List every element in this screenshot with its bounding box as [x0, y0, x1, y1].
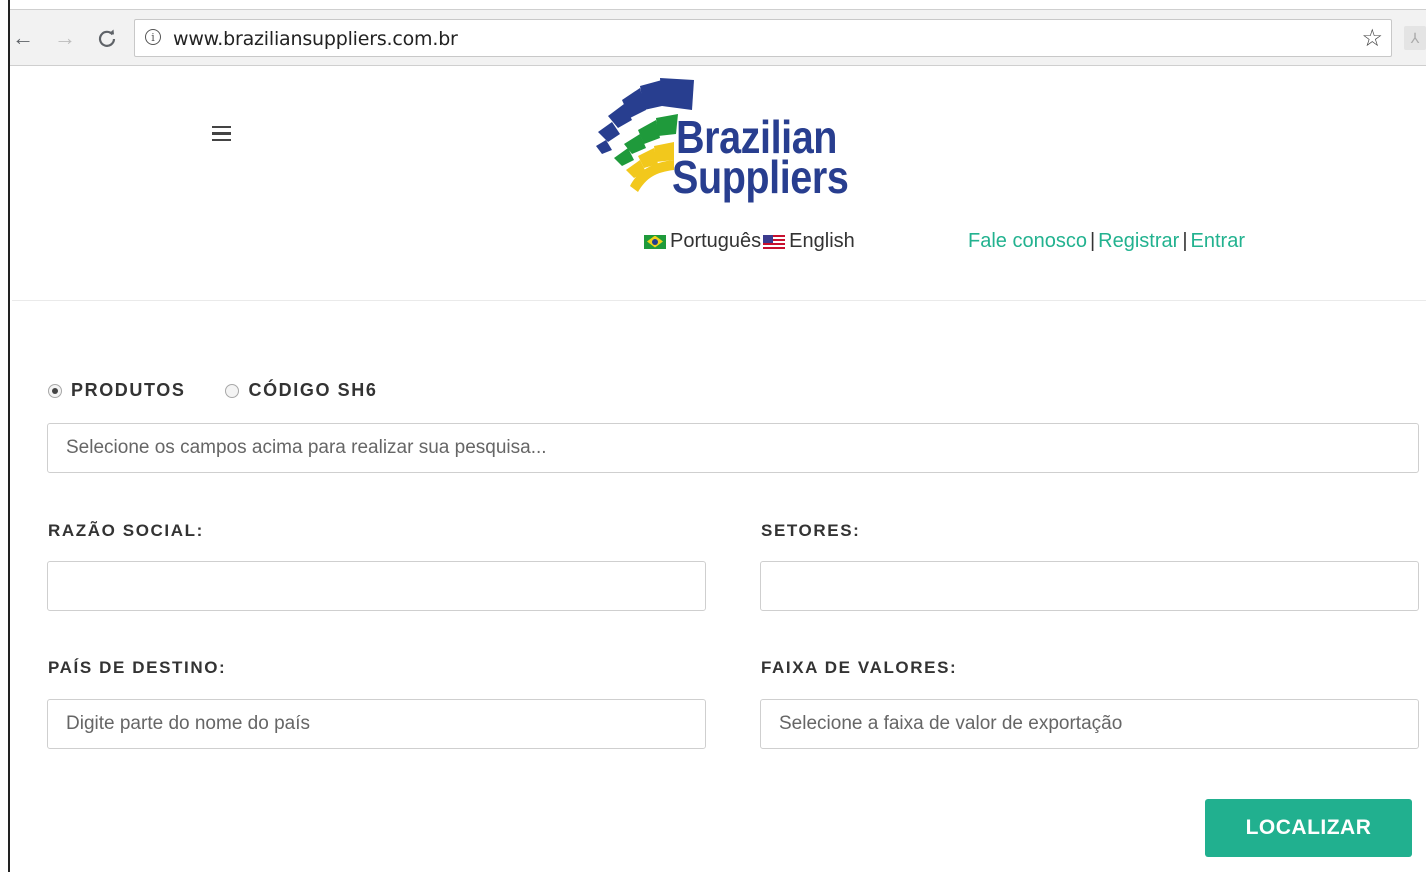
pais-destino-label: PAÍS DE DESTINO: — [48, 658, 227, 677]
razao-social-label: RAZÃO SOCIAL: — [48, 521, 204, 540]
window-left-edge — [0, 0, 10, 872]
hamburger-menu-icon[interactable] — [212, 126, 233, 146]
language-selector: Português English — [644, 230, 855, 253]
setores-label: SETORES: — [761, 521, 861, 540]
link-separator: | — [1089, 230, 1096, 252]
login-link[interactable]: Entrar — [1191, 230, 1245, 252]
register-link[interactable]: Registrar — [1098, 230, 1179, 252]
pais-destino-input[interactable] — [47, 699, 706, 749]
brand-logo[interactable]: Brazilian Suppliers — [594, 74, 866, 206]
radio-codigo-sh6-label[interactable]: CÓDIGO SH6 — [248, 380, 377, 401]
extension-icon[interactable]: ⅄ — [1404, 26, 1426, 50]
language-english[interactable]: English — [789, 230, 855, 253]
logo-text-suppliers: Suppliers — [672, 151, 849, 203]
brazil-flag-icon[interactable] — [644, 234, 666, 249]
razao-social-input[interactable] — [47, 561, 706, 611]
main-search-input[interactable] — [47, 423, 1419, 473]
language-portuguese[interactable]: Português — [670, 230, 761, 253]
radio-produtos[interactable] — [48, 383, 62, 398]
url-text[interactable]: www.braziliansuppliers.com.br — [173, 28, 458, 50]
search-type-selector: PRODUTOS CÓDIGO SH6 — [48, 380, 418, 401]
radio-produtos-label[interactable]: PRODUTOS — [71, 380, 185, 401]
setores-input[interactable] — [760, 561, 1419, 611]
header-divider — [12, 300, 1426, 301]
contact-link[interactable]: Fale conosco — [968, 230, 1087, 252]
faixa-valores-label: FAIXA DE VALORES: — [761, 658, 958, 677]
radio-codigo-sh6[interactable] — [225, 383, 240, 398]
info-icon[interactable]: i — [145, 29, 161, 45]
reload-icon[interactable] — [94, 24, 120, 52]
arrow-right-icon[interactable]: → — [52, 24, 78, 52]
arrow-left-icon[interactable]: ← — [10, 24, 36, 52]
faixa-valores-input[interactable] — [760, 699, 1419, 749]
address-bar[interactable]: i www.braziliansuppliers.com.br ☆ — [134, 19, 1392, 57]
window-top-edge — [0, 0, 1426, 10]
link-separator: | — [1182, 230, 1188, 252]
header-links: Fale conosco | Registrar | Entrar — [968, 230, 1245, 253]
localizar-button[interactable]: LOCALIZAR — [1205, 799, 1412, 857]
star-icon[interactable]: ☆ — [1361, 24, 1383, 53]
usa-flag-icon[interactable] — [763, 234, 786, 249]
browser-toolbar: ← → i www.braziliansuppliers.com.br ☆ ⅄ — [0, 10, 1426, 66]
